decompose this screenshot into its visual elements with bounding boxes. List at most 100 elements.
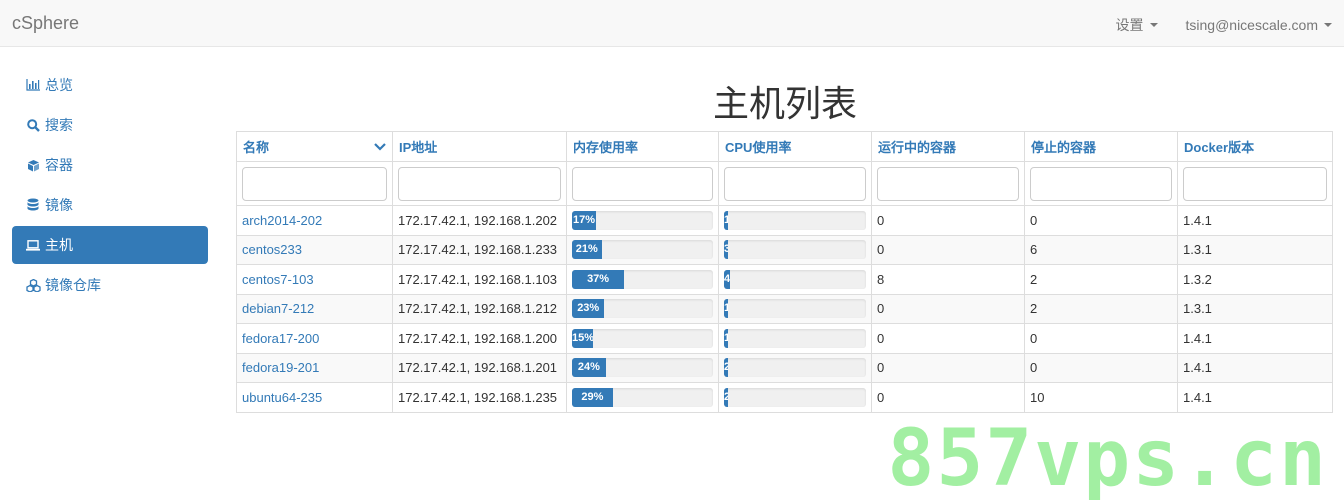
memory-progress-bar: 23% [572, 299, 605, 319]
cpu-progress: 2% [724, 387, 866, 407]
sidebar-item-containers[interactable]: 容器 [12, 146, 208, 184]
host-link[interactable]: centos7-103 [242, 272, 314, 287]
host-name-cell: arch2014-202 [236, 205, 393, 236]
stopped-cell: 2 [1024, 264, 1178, 295]
docker-version-cell: 1.4.1 [1177, 323, 1333, 354]
filter-cell [871, 161, 1025, 206]
chevron-down-icon[interactable] [374, 142, 386, 152]
stopped-cell: 2 [1024, 293, 1178, 324]
cpu-cell: 2% [718, 382, 872, 413]
settings-label: 设置 [1115, 17, 1144, 33]
column-header-stopped[interactable]: 停止的容器 [1024, 131, 1178, 162]
sidebar-item-hosts[interactable]: 主机 [12, 226, 208, 264]
docker-version-cell: 1.4.1 [1177, 205, 1333, 236]
running-cell: 0 [871, 293, 1025, 324]
memory-progress-bar: 17% [572, 210, 596, 230]
cpu-progress: 3% [724, 240, 866, 260]
column-header-label: 名称 [243, 140, 270, 155]
memory-progress: 37% [572, 269, 713, 289]
table-row: arch2014-202 172.17.42.1, 192.168.1.202 17… [236, 205, 1333, 236]
memory-progress: 29% [572, 387, 713, 407]
docker-version-cell: 1.3.2 [1177, 264, 1333, 295]
host-link[interactable]: centos233 [242, 242, 302, 257]
cpu-cell: 4% [718, 264, 872, 295]
filter-running-input[interactable] [877, 166, 1019, 201]
stopped-cell: 10 [1024, 382, 1178, 413]
sidebar-item-overview[interactable]: 总览 [12, 66, 208, 104]
memory-cell: 29% [566, 382, 719, 413]
settings-dropdown[interactable]: 设置 [1116, 15, 1158, 35]
memory-progress: 17% [572, 210, 713, 230]
cpu-progress-bar: 2% [724, 387, 729, 407]
cubes-icon [25, 278, 41, 292]
host-link[interactable]: debian7-212 [242, 301, 314, 316]
sidebar-item-images[interactable]: 镜像 [12, 186, 208, 224]
column-header-running[interactable]: 运行中的容器 [871, 131, 1025, 162]
docker-version-cell: 1.4.1 [1177, 352, 1333, 383]
running-cell: 8 [871, 264, 1025, 295]
sidebar-item-search[interactable]: 搜索 [12, 106, 208, 144]
filter-row [236, 161, 1333, 206]
running-cell: 0 [871, 352, 1025, 383]
sidebar-item-label: 镜像仓库 [45, 277, 101, 293]
ip-cell: 172.17.42.1, 192.168.1.212 [392, 293, 567, 324]
memory-cell: 23% [566, 293, 719, 324]
stopped-cell: 0 [1024, 352, 1178, 383]
ip-cell: 172.17.42.1, 192.168.1.103 [392, 264, 567, 295]
sidebar: 总览 搜索 容器 镜像 主机 镜像仓库 [12, 66, 208, 306]
docker-version-cell: 1.3.1 [1177, 234, 1333, 265]
host-link[interactable]: arch2014-202 [242, 213, 322, 228]
memory-cell: 15% [566, 323, 719, 354]
brand-logo[interactable]: cSphere [12, 13, 79, 34]
table-row: debian7-212 172.17.42.1, 192.168.1.212 23%… [236, 293, 1333, 324]
host-link[interactable]: ubuntu64-235 [242, 390, 322, 405]
sidebar-item-label: 镜像 [45, 197, 73, 213]
user-dropdown[interactable]: tsing@nicescale.com [1186, 15, 1332, 35]
cpu-cell: 2% [718, 352, 872, 383]
table-header-row: 名称 IP地址 内存使用率 CPU使用率 运行中的容器 停止的容器 Docker… [236, 131, 1333, 162]
column-header-name[interactable]: 名称 [236, 131, 393, 162]
cpu-cell: 3% [718, 234, 872, 265]
cpu-progress: 1% [724, 210, 866, 230]
host-name-cell: centos233 [236, 234, 393, 265]
memory-progress: 15% [572, 328, 713, 348]
filter-name-input[interactable] [242, 166, 387, 201]
filter-memory-input[interactable] [572, 166, 713, 201]
cpu-progress: 1% [724, 328, 866, 348]
filter-cell [718, 161, 872, 206]
host-name-cell: centos7-103 [236, 264, 393, 295]
cpu-cell: 1% [718, 293, 872, 324]
caret-down-icon [1324, 23, 1332, 27]
host-name-cell: fedora19-201 [236, 352, 393, 383]
host-table: 名称 IP地址 内存使用率 CPU使用率 运行中的容器 停止的容器 Docker… [236, 131, 1333, 413]
box-icon [25, 158, 41, 172]
ip-cell: 172.17.42.1, 192.168.1.202 [392, 205, 567, 236]
host-link[interactable]: fedora17-200 [242, 331, 319, 346]
filter-ip-input[interactable] [398, 166, 561, 201]
filter-cell [1024, 161, 1178, 206]
column-header-memory[interactable]: 内存使用率 [566, 131, 719, 162]
filter-cpu-input[interactable] [724, 166, 866, 201]
database-icon [25, 198, 41, 212]
filter-stopped-input[interactable] [1030, 166, 1172, 201]
memory-progress: 24% [572, 358, 713, 378]
top-navbar: cSphere 设置 tsing@nicescale.com [0, 0, 1344, 47]
host-name-cell: fedora17-200 [236, 323, 393, 354]
ip-cell: 172.17.42.1, 192.168.1.200 [392, 323, 567, 354]
stopped-cell: 6 [1024, 234, 1178, 265]
table-row: ubuntu64-235 172.17.42.1, 192.168.1.235 29… [236, 382, 1333, 413]
filter-docker-input[interactable] [1183, 166, 1327, 201]
running-cell: 0 [871, 382, 1025, 413]
running-cell: 0 [871, 205, 1025, 236]
docker-version-cell: 1.4.1 [1177, 382, 1333, 413]
host-link[interactable]: fedora19-201 [242, 360, 319, 375]
column-header-ip[interactable]: IP地址 [392, 131, 567, 162]
cpu-progress-bar: 3% [724, 240, 729, 260]
running-cell: 0 [871, 323, 1025, 354]
stopped-cell: 0 [1024, 323, 1178, 354]
sidebar-item-registry[interactable]: 镜像仓库 [12, 266, 208, 304]
column-header-cpu[interactable]: CPU使用率 [718, 131, 872, 162]
memory-cell: 21% [566, 234, 719, 265]
watermark-text: 857vps.cn [887, 414, 1328, 500]
column-header-docker[interactable]: Docker版本 [1177, 131, 1333, 162]
